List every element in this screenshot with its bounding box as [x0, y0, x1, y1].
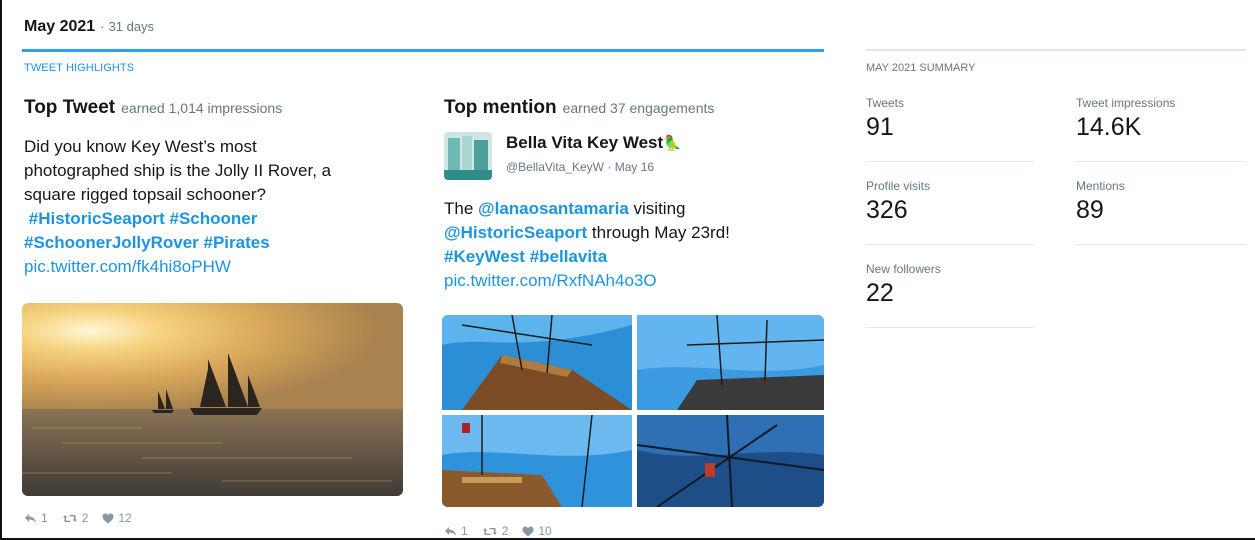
mention-photo-1[interactable] [442, 315, 632, 410]
top-mention-text: The @lanaosantamaria visiting @HistoricS… [444, 197, 824, 293]
mention-like-count: 10 [538, 524, 552, 538]
stat-tweets: Tweets 91 [866, 96, 904, 142]
top-tweet-actions: 1 2 12 [24, 511, 146, 525]
top-tweet-pic-link[interactable]: pic.twitter.com/fk4hi8oPHW [24, 257, 231, 276]
period-month: May 2021 [24, 18, 96, 35]
stat-mentions: Mentions 89 [1076, 179, 1125, 225]
mention-photo-3[interactable] [442, 415, 632, 507]
mention-date[interactable]: May 16 [615, 160, 654, 174]
stat-visits-label: Profile visits [866, 179, 931, 193]
stat-impressions-label: Tweet impressions [1076, 96, 1176, 110]
parrot-emoji: 🦜 [663, 135, 682, 152]
avatar[interactable] [444, 132, 492, 180]
summary-underline [866, 49, 1246, 51]
mention-retweet-count: 2 [501, 524, 509, 538]
period-header: May 2021 · 31 days [24, 18, 154, 36]
mention-historicseaport[interactable]: @HistoricSeaport [444, 223, 587, 242]
top-mention-heading: Top mention [444, 97, 557, 118]
highlights-label: TWEET HIGHLIGHTS [24, 62, 135, 74]
retweet-button[interactable]: 2 [62, 511, 89, 525]
stat-tweets-value: 91 [866, 113, 894, 141]
retweet-icon [62, 514, 77, 522]
reply-icon [445, 526, 456, 536]
mention-reply-button[interactable]: 1 [444, 524, 468, 538]
stat-mentions-label: Mentions [1076, 179, 1125, 193]
mention-lanaosantamaria[interactable]: @lanaosantamaria [478, 199, 629, 218]
stat-new-followers: New followers 22 [866, 262, 941, 308]
heart-icon [102, 513, 114, 523]
stat-followers-label: New followers [866, 262, 941, 276]
hashtag-historicseaport[interactable]: #HistoricSeaport [29, 209, 165, 228]
mention-photo-4[interactable] [637, 415, 824, 507]
author-name-text: Bella Vita Key West [506, 133, 664, 152]
summary-label: MAY 2021 SUMMARY [866, 62, 976, 74]
mention-text-through: through May 23rd! [591, 223, 730, 242]
period-days: 31 days [108, 19, 155, 34]
mention-reply-count: 1 [461, 524, 468, 538]
stat-impressions: Tweet impressions 14.6K [1076, 96, 1175, 142]
hashtag-schooner[interactable]: #Schooner [170, 209, 258, 228]
retweet-count: 2 [81, 511, 89, 525]
mention-retweet-button[interactable]: 2 [482, 524, 509, 538]
like-count: 12 [118, 511, 132, 525]
hashtag-schoonerjollyrover[interactable]: #SchoonerJollyRover [24, 233, 199, 252]
top-mention-actions: 1 2 10 [444, 524, 566, 538]
stat-impressions-value: 14.6K [1076, 113, 1142, 141]
top-mention-engagements: earned 37 engagements [562, 100, 715, 116]
top-tweet-photo[interactable] [22, 303, 403, 496]
summary-divider [866, 244, 1034, 245]
retweet-icon [482, 527, 497, 535]
top-tweet-line-3: square rigged topsail schooner? [24, 185, 266, 204]
author-handle-line: @BellaVita_KeyW · May 16 [506, 160, 655, 174]
summary-divider [1076, 161, 1246, 162]
mention-text-visiting: visiting [633, 199, 686, 218]
stat-tweets-label: Tweets [866, 96, 905, 110]
top-tweet-text: Did you know Key West’s most photographe… [24, 135, 414, 279]
top-tweet-impressions: earned 1,014 impressions [121, 100, 283, 116]
reply-button[interactable]: 1 [24, 511, 48, 525]
author-handle[interactable]: @BellaVita_KeyW [506, 160, 604, 174]
top-mention-title: Top mention earned 37 engagements [444, 97, 714, 119]
mention-photo-2[interactable] [637, 315, 824, 410]
heart-icon [522, 526, 534, 536]
reply-count: 1 [41, 511, 48, 525]
stat-followers-value: 22 [866, 279, 894, 307]
top-tweet-title: Top Tweet earned 1,014 impressions [24, 97, 282, 119]
stat-visits-value: 326 [866, 196, 908, 224]
highlights-underline [22, 49, 824, 52]
mention-like-button[interactable]: 10 [522, 524, 552, 538]
top-tweet-heading: Top Tweet [24, 97, 116, 118]
hashtag-keywest[interactable]: #KeyWest [444, 247, 525, 266]
summary-divider [866, 327, 1034, 328]
top-mention-pic-link[interactable]: pic.twitter.com/RxfNAh4o3O [444, 271, 657, 290]
top-tweet-line-2: photographed ship is the Jolly II Rover,… [24, 161, 332, 180]
like-button[interactable]: 12 [102, 511, 132, 525]
top-tweet-line-1: Did you know Key West’s most [24, 137, 257, 156]
period-separator: · [100, 19, 105, 34]
hashtag-bellavita[interactable]: #bellavita [530, 247, 608, 266]
stat-mentions-value: 89 [1076, 196, 1104, 224]
summary-divider [866, 161, 1034, 162]
reply-icon [25, 513, 36, 523]
author-name[interactable]: Bella Vita Key West🦜 [506, 133, 682, 153]
stat-profile-visits: Profile visits 326 [866, 179, 930, 225]
mention-text-the: The [444, 199, 474, 218]
hashtag-pirates[interactable]: #Pirates [204, 233, 270, 252]
summary-divider [1076, 244, 1246, 245]
